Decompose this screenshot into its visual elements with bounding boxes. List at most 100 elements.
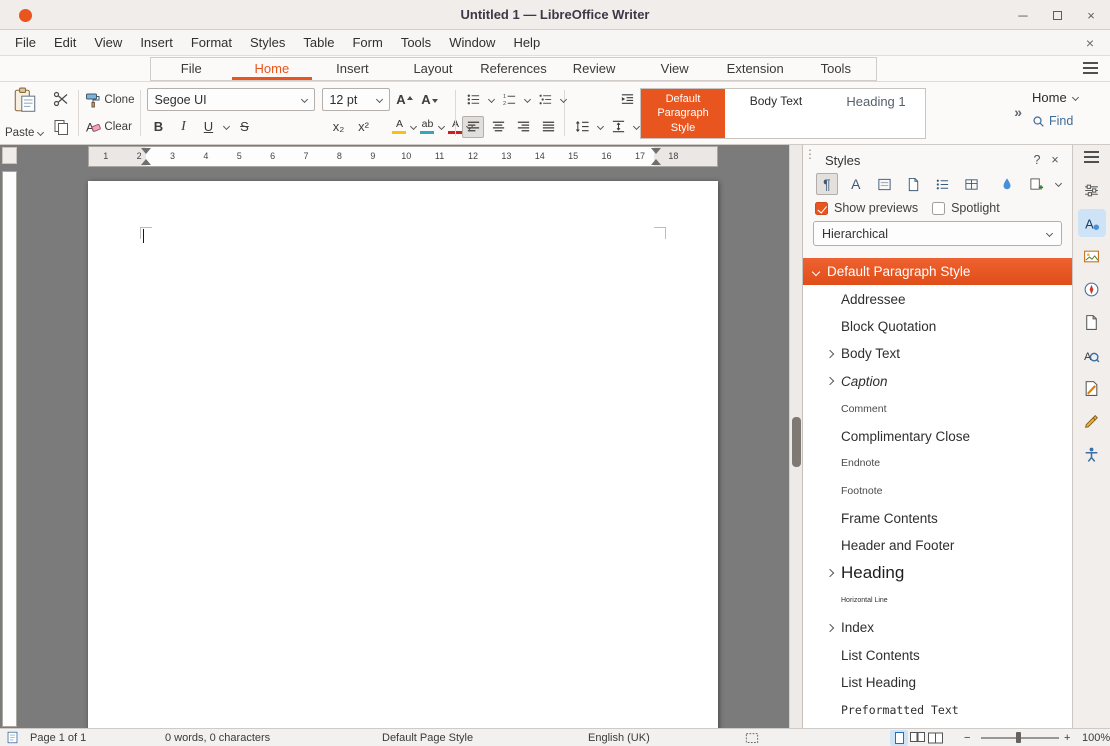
sidebar-deck-style-inspector[interactable]: A <box>1078 341 1106 369</box>
style-filter-dropdown[interactable]: Hierarchical <box>813 221 1062 246</box>
tab-view[interactable]: View <box>634 58 715 80</box>
style-item-frame-contents[interactable]: Frame Contents <box>803 505 1072 532</box>
chevron-down-icon[interactable] <box>812 267 820 275</box>
font-name-combobox[interactable]: Segoe UI <box>147 88 315 111</box>
menu-item[interactable]: Window <box>440 30 504 55</box>
fill-format-mode-button[interactable] <box>996 173 1018 195</box>
view-book-button[interactable] <box>926 730 944 746</box>
menu-item[interactable]: Table <box>294 30 343 55</box>
chevron-right-icon[interactable] <box>826 377 834 385</box>
word-count-status[interactable]: 0 words, 0 characters <box>165 729 270 746</box>
character-highlight-button[interactable]: ab <box>420 116 434 138</box>
menu-item[interactable]: View <box>85 30 131 55</box>
show-previews-checkbox[interactable] <box>815 202 828 215</box>
style-item-list-heading[interactable]: List Heading <box>803 669 1072 696</box>
style-item-comment[interactable]: Comment <box>803 395 1072 422</box>
horizontal-ruler[interactable]: 123456789101112131415161718 <box>88 146 718 167</box>
paste-button[interactable]: Paste <box>5 85 44 139</box>
tab-review[interactable]: Review <box>554 58 635 80</box>
tab-references[interactable]: References <box>473 58 554 80</box>
panel-help-button[interactable]: ? <box>1028 152 1046 168</box>
panel-close-button[interactable]: × <box>1046 152 1064 168</box>
superscript-button[interactable]: x² <box>352 116 374 138</box>
sidebar-deck-navigator[interactable] <box>1078 275 1106 303</box>
language-status[interactable]: English (UK) <box>588 729 650 746</box>
new-style-from-selection-button[interactable] <box>1025 173 1047 195</box>
highlighting-color-button[interactable]: A <box>392 116 406 138</box>
chevron-down-icon[interactable] <box>409 123 417 131</box>
chevron-right-icon[interactable] <box>826 350 834 358</box>
style-item-index[interactable]: Index <box>803 614 1072 641</box>
left-indent-marker[interactable] <box>141 147 151 166</box>
menu-item[interactable]: File <box>6 30 45 55</box>
sidebar-deck-page[interactable] <box>1078 308 1106 336</box>
chevron-right-icon[interactable] <box>826 569 834 577</box>
frame-styles-button[interactable] <box>874 173 896 195</box>
sidebar-deck-gallery[interactable] <box>1078 242 1106 270</box>
align-right-button[interactable] <box>512 116 534 138</box>
align-center-button[interactable] <box>487 116 509 138</box>
close-button[interactable]: × <box>1082 4 1100 26</box>
style-item-default-paragraph-style[interactable]: Default Paragraph Style <box>803 258 1072 285</box>
menu-item[interactable]: Format <box>182 30 241 55</box>
document-canvas[interactable]: 123456789101112131415161718 <box>0 145 802 728</box>
style-item-addressee[interactable]: Addressee <box>803 285 1072 312</box>
vertical-ruler[interactable] <box>2 171 17 727</box>
spotlight-checkbox[interactable] <box>932 202 945 215</box>
page-styles-button[interactable] <box>903 173 925 195</box>
font-size-combobox[interactable]: 12 pt <box>322 88 390 111</box>
menu-item[interactable]: Styles <box>241 30 294 55</box>
tab-layout[interactable]: Layout <box>393 58 474 80</box>
underline-button[interactable]: U <box>197 116 219 138</box>
zoom-out-button[interactable]: − <box>964 729 970 746</box>
chevron-down-icon[interactable] <box>523 96 531 104</box>
cut-button[interactable] <box>50 88 72 110</box>
style-item-preformatted-text[interactable]: Preformatted Text <box>803 696 1072 723</box>
tab-tools[interactable]: Tools <box>796 58 877 80</box>
sidebar-settings-button[interactable] <box>1084 151 1099 166</box>
style-item-footnote[interactable]: Footnote <box>803 477 1072 504</box>
style-item-list-contents[interactable]: List Contents <box>803 641 1072 668</box>
chevron-down-icon[interactable] <box>559 96 567 104</box>
style-preview-heading-1[interactable]: Heading 1 <box>827 89 925 138</box>
style-item-block-quotation[interactable]: Block Quotation <box>803 313 1072 340</box>
find-button[interactable]: Find <box>1032 114 1104 128</box>
statusbar-doc-icon-button[interactable] <box>6 729 19 746</box>
chevron-down-icon[interactable] <box>487 96 495 104</box>
line-spacing-button[interactable] <box>571 116 593 138</box>
tab-insert[interactable]: Insert <box>312 58 393 80</box>
increase-indent-button[interactable] <box>616 89 638 111</box>
sidebar-deck-accessibility-check[interactable] <box>1078 440 1106 468</box>
grow-font-button[interactable]: A <box>393 89 415 111</box>
right-indent-marker[interactable] <box>651 147 661 166</box>
chevron-down-icon[interactable] <box>222 123 230 131</box>
paragraph-spacing-button[interactable] <box>607 116 629 138</box>
justify-button[interactable] <box>537 116 559 138</box>
copy-button[interactable] <box>50 116 72 138</box>
page-style-status[interactable]: Default Page Style <box>382 729 473 746</box>
toolbar-overflow-button[interactable]: » <box>1014 104 1022 120</box>
menu-item[interactable]: Help <box>504 30 549 55</box>
style-item-caption[interactable]: Caption <box>803 368 1072 395</box>
chevron-down-icon[interactable] <box>465 123 473 131</box>
style-preview-default-paragraph-style[interactable]: Default Paragraph Style <box>641 89 725 138</box>
subscript-button[interactable]: x₂ <box>327 116 349 138</box>
style-item-horizontal-line[interactable]: Horizontal Line <box>803 587 1072 614</box>
sidebar-deck-manage-changes[interactable] <box>1078 374 1106 402</box>
tab-file[interactable]: File <box>151 58 232 80</box>
strikethrough-button[interactable]: S <box>233 116 255 138</box>
style-preview-body-text[interactable]: Body Text <box>725 89 827 138</box>
list-styles-button[interactable] <box>932 173 954 195</box>
shrink-font-button[interactable]: A <box>418 89 440 111</box>
selection-mode-status[interactable] <box>745 729 759 746</box>
sidebar-deck-design[interactable] <box>1078 407 1106 435</box>
minimize-button[interactable]: ─ <box>1014 4 1032 26</box>
sidebar-deck-styles[interactable]: A <box>1078 209 1106 237</box>
sidebar-deck-properties[interactable] <box>1078 176 1106 204</box>
maximize-button[interactable] <box>1048 4 1066 26</box>
style-item-complimentary-close[interactable]: Complimentary Close <box>803 422 1072 449</box>
tab-home[interactable]: Home <box>232 58 313 80</box>
italic-button[interactable]: I <box>172 116 194 138</box>
chevron-down-icon[interactable] <box>437 123 445 131</box>
numbered-list-button[interactable]: 12 <box>498 89 520 111</box>
